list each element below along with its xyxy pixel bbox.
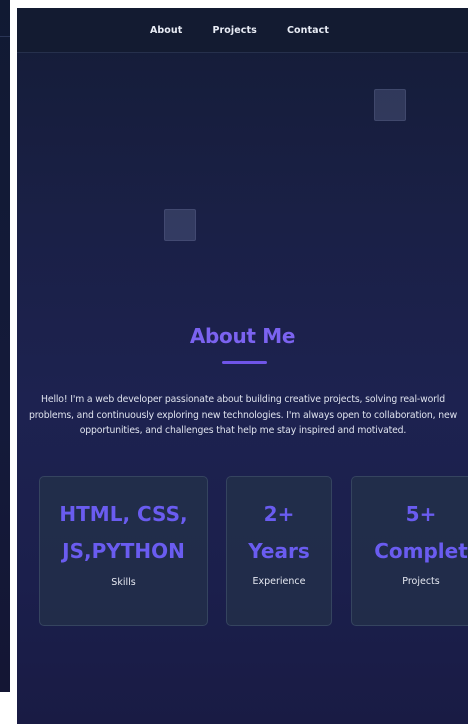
stat-value-line: JS,PYTHON	[62, 539, 185, 563]
top-navbar: About Projects Contact	[17, 8, 468, 53]
nav-link-contact[interactable]: Contact	[287, 25, 329, 36]
floating-square-decoration	[374, 89, 406, 121]
stat-value-line: 5+	[405, 502, 437, 526]
about-section-title: About Me	[189, 324, 296, 348]
nav-link-about[interactable]: About	[150, 25, 182, 36]
stat-value-line: 2+	[263, 502, 295, 526]
stat-label: Skills	[111, 577, 136, 588]
nav-link-projects[interactable]: Projects	[212, 25, 257, 36]
stat-card-skills: HTML, CSS, JS,PYTHON Skills	[39, 476, 208, 626]
title-underline	[222, 361, 267, 364]
floating-square-decoration	[164, 209, 196, 241]
portfolio-page: About Projects Contact About Me Hello! I…	[17, 8, 468, 724]
stat-value: 5+ Complet	[352, 496, 468, 570]
stat-value-line: Years	[248, 539, 310, 563]
stat-value-line: HTML, CSS,	[59, 502, 188, 526]
stat-card-projects: 5+ Complet Projects	[351, 476, 468, 626]
stat-label: Experience	[252, 576, 306, 587]
stat-value: 2+ Years	[227, 496, 331, 570]
screen: About Projects Contact About Me Hello! I…	[0, 0, 468, 724]
stat-label: Projects	[402, 576, 440, 587]
background-window-edge	[0, 0, 10, 692]
stat-value: HTML, CSS, JS,PYTHON	[40, 496, 207, 570]
stat-value-line: Complet	[374, 539, 468, 563]
about-description: Hello! I'm a web developer passionate ab…	[28, 394, 458, 436]
stat-card-experience: 2+ Years Experience	[226, 476, 332, 626]
